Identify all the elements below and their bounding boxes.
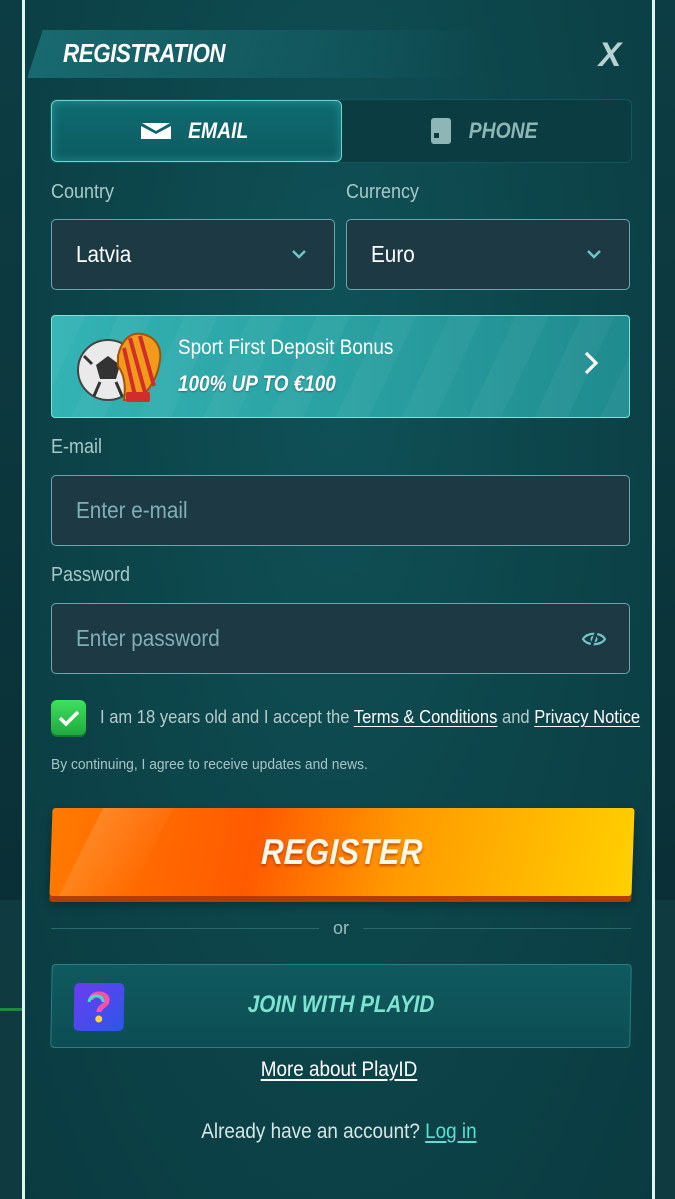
envelope-icon <box>141 123 172 139</box>
soccer-ball-glove-icon <box>77 332 162 402</box>
age-consent-checkbox[interactable] <box>51 700 86 735</box>
country-label: Country <box>51 181 115 203</box>
divider-line <box>363 927 632 929</box>
divider-line <box>51 927 319 929</box>
currency-label: Currency <box>346 181 420 203</box>
tab-email[interactable]: EMAIL <box>51 100 342 162</box>
backdrop-accent-line <box>0 1008 22 1011</box>
tab-phone-label: PHONE <box>469 118 538 143</box>
terms-link[interactable]: Terms & Conditions <box>354 707 498 727</box>
signup-method-tabs: EMAIL PHONE <box>50 99 632 163</box>
email-placeholder: Enter e-mail <box>76 497 188 523</box>
register-label: REGISTER <box>260 831 424 872</box>
modal-title: REGISTRATION <box>63 38 226 68</box>
chevron-down-icon <box>587 250 601 259</box>
more-about-playid-link[interactable]: More about PlayID <box>260 1058 417 1082</box>
phone-icon <box>431 118 452 144</box>
chevron-down-icon <box>292 250 306 259</box>
email-label: E-mail <box>51 436 103 458</box>
registration-modal: REGISTRATION X EMAIL PHONE Country Latvi… <box>22 0 655 1199</box>
register-button[interactable]: REGISTER <box>49 808 635 896</box>
login-prompt: Already have an account? <box>200 1120 420 1143</box>
updates-note: By continuing, I agree to receive update… <box>51 756 368 773</box>
privacy-link[interactable]: Privacy Notice <box>534 707 640 727</box>
playid-label: JOIN WITH PLAYID <box>247 991 435 1018</box>
currency-select[interactable]: Euro <box>346 219 630 290</box>
or-label: or <box>333 917 350 938</box>
password-label: Password <box>51 564 131 586</box>
login-link[interactable]: Log in <box>425 1120 476 1143</box>
bonus-subtitle: 100% UP TO €100 <box>178 371 336 396</box>
consent-and: and <box>501 707 530 727</box>
consent-text: I am 18 years old and I accept the Terms… <box>100 707 640 728</box>
eye-toggle-icon[interactable] <box>581 628 607 650</box>
email-field[interactable]: Enter e-mail <box>51 475 630 546</box>
or-divider: or <box>51 916 632 940</box>
backdrop-strip-left <box>0 900 22 1199</box>
bonus-banner[interactable]: Sport First Deposit Bonus 100% UP TO €10… <box>51 315 630 418</box>
register-shine <box>58 808 174 896</box>
chevron-right-icon <box>584 351 599 375</box>
close-icon[interactable]: X <box>593 38 627 72</box>
tab-email-label: EMAIL <box>188 118 249 143</box>
tab-phone[interactable]: PHONE <box>342 100 631 162</box>
bonus-title: Sport First Deposit Bonus <box>178 336 394 359</box>
password-placeholder: Enter password <box>76 625 220 651</box>
more-about-playid: More about PlayID <box>25 1058 652 1082</box>
backdrop-strip-right <box>653 900 675 1199</box>
checkmark-icon <box>58 710 79 727</box>
currency-value: Euro <box>371 241 415 267</box>
country-value: Latvia <box>76 241 132 267</box>
country-select[interactable]: Latvia <box>51 219 335 290</box>
password-field[interactable]: Enter password <box>51 603 630 674</box>
consent-prefix: I am 18 years old and I accept the <box>100 707 350 727</box>
consent-row: I am 18 years old and I accept the Terms… <box>51 700 641 735</box>
join-playid-button[interactable]: JOIN WITH PLAYID <box>50 964 632 1048</box>
login-prompt-row: Already have an account? Log in <box>25 1120 652 1144</box>
